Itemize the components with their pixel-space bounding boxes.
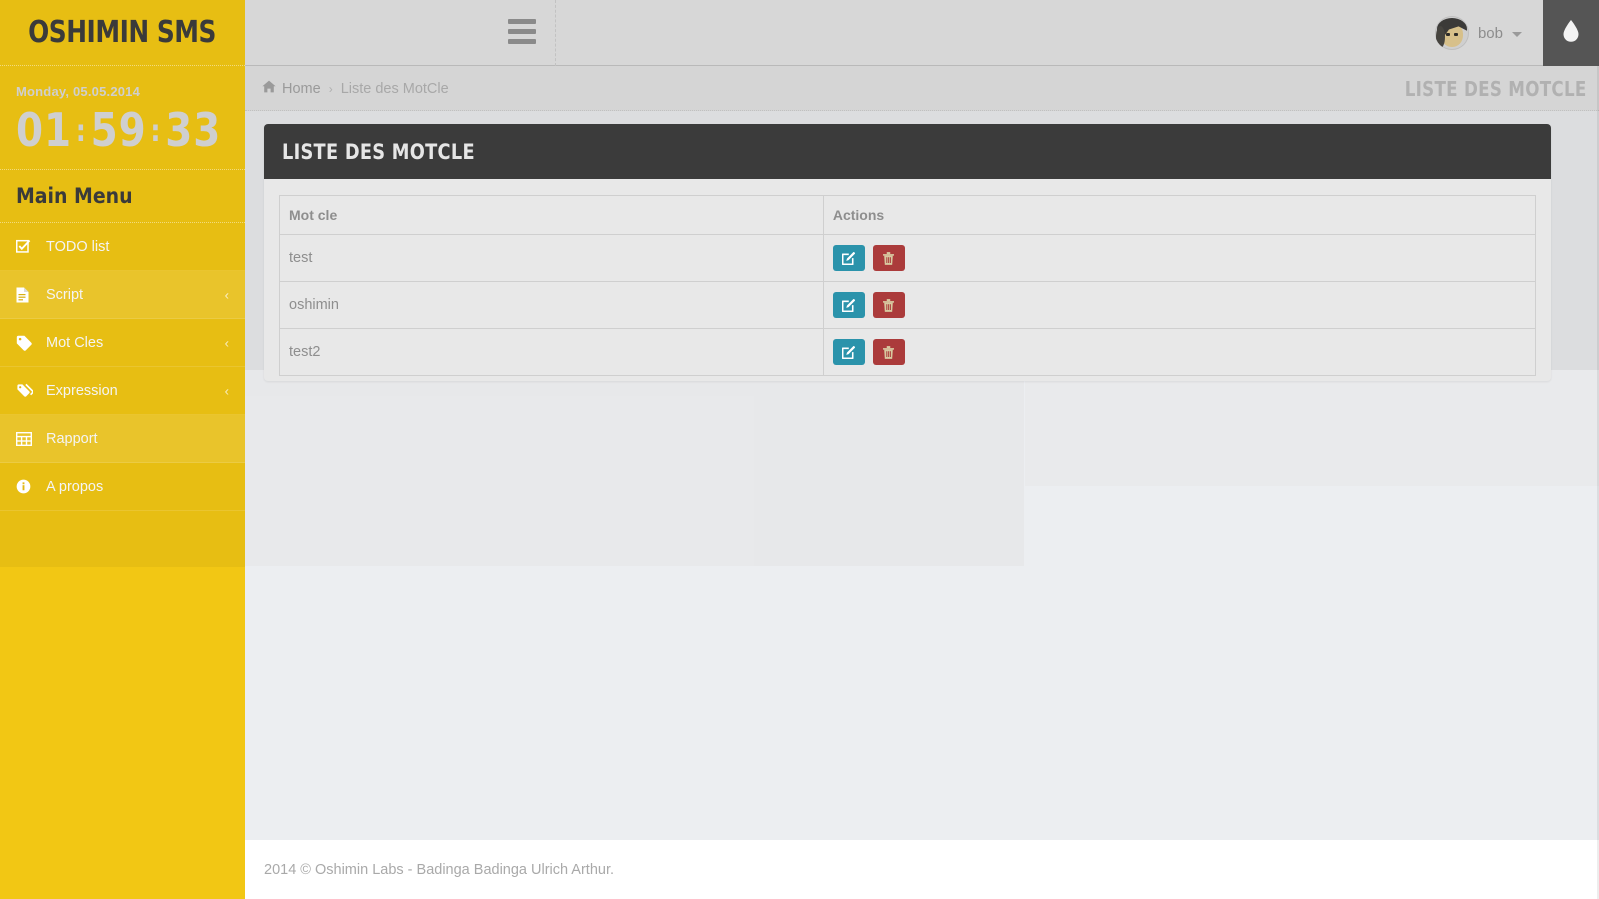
repaint-band: [245, 396, 754, 566]
file-text-icon: [16, 287, 38, 303]
tags-icon: [16, 383, 38, 399]
breadcrumb-bar: Home › Liste des MotCle LISTE DES MOTCLE: [245, 66, 1599, 111]
avatar: [1434, 16, 1469, 50]
sidebar-item-mot-cles[interactable]: Mot Cles ‹: [0, 319, 245, 367]
app-root: OSHIMIN SMS Monday, 05.05.2014 01:59:33 …: [0, 0, 1599, 899]
delete-button[interactable]: [872, 245, 905, 271]
brand-title: OSHIMIN SMS: [28, 15, 217, 50]
edit-button[interactable]: [832, 292, 865, 318]
table-header-row: Mot cle Actions: [279, 195, 1537, 235]
avatar-hair-side: [1435, 26, 1445, 48]
sidebar-item-a-propos[interactable]: A propos: [0, 463, 245, 511]
cell-actions: [822, 328, 1537, 376]
delete-button[interactable]: [872, 339, 905, 365]
edit-icon: [842, 298, 856, 312]
username-label: bob: [1477, 24, 1503, 42]
page-title: LISTE DES MOTCLE: [1405, 76, 1587, 101]
delete-button[interactable]: [872, 292, 905, 318]
cell-mot-cle: test: [279, 234, 824, 282]
main-menu-heading: Main Menu: [0, 170, 245, 223]
motcle-panel: LISTE DES MOTCLE Mot cle Actions test os…: [264, 124, 1551, 381]
sidebar-item-label: Expression: [46, 382, 118, 399]
sidebar-item-script[interactable]: Script ‹: [0, 271, 245, 319]
cell-mot-cle: test2: [279, 328, 824, 376]
sidebar-item-expression[interactable]: Expression ‹: [0, 367, 245, 415]
edit-button[interactable]: [832, 339, 865, 365]
clock-date: Monday, 05.05.2014: [16, 84, 141, 99]
chevron-left-icon: ‹: [224, 383, 229, 398]
theme-toggle-button[interactable]: [1543, 0, 1599, 66]
sidebar-item-label: TODO list: [46, 238, 110, 255]
panel-body: Mot cle Actions test oshimin test2: [264, 179, 1551, 398]
clock-minutes: 59: [90, 103, 147, 157]
sidebar-item-label: Rapport: [46, 430, 98, 447]
breadcrumb-home-label: Home: [282, 80, 321, 97]
hamburger-bar: [508, 19, 536, 24]
clock-hours: 01: [16, 103, 73, 157]
table-body: test oshimin test2: [279, 234, 1537, 376]
breadcrumb: Home › Liste des MotCle: [262, 66, 449, 111]
avatar-eye-left: [1445, 33, 1450, 36]
edit-icon: [842, 345, 856, 359]
brand-logo[interactable]: OSHIMIN SMS: [0, 0, 245, 66]
trash-icon: [883, 251, 895, 265]
chevron-left-icon: ‹: [224, 287, 229, 302]
page-footer: 2014 © Oshimin Labs - Badinga Badinga Ul…: [245, 840, 1599, 899]
breadcrumb-separator: ›: [328, 81, 333, 96]
cell-actions: [822, 234, 1537, 282]
chevron-down-icon: [1512, 31, 1522, 37]
sidebar-item-rapport[interactable]: Rapport: [0, 415, 245, 463]
column-header-actions: Actions: [822, 195, 1537, 235]
top-header: bob: [245, 0, 1599, 66]
header-divider: [555, 0, 556, 66]
table-row: oshimin: [279, 281, 1537, 329]
panel-header: LISTE DES MOTCLE: [264, 124, 1551, 179]
clock-sep-1: :: [75, 114, 87, 149]
breadcrumb-current: Liste des MotCle: [340, 80, 449, 97]
cell-mot-cle: oshimin: [279, 281, 824, 329]
tag-icon: [16, 335, 38, 351]
home-icon: [262, 80, 276, 97]
sidebar-item-label: A propos: [46, 478, 104, 495]
clock-time: 01:59:33: [16, 107, 231, 153]
table-row: test: [279, 234, 1537, 282]
edit-button[interactable]: [832, 245, 865, 271]
check-square-icon: [16, 239, 38, 254]
sidebar: OSHIMIN SMS Monday, 05.05.2014 01:59:33 …: [0, 0, 245, 899]
panel-title: LISTE DES MOTCLE: [282, 139, 475, 164]
info-circle-icon: [16, 479, 38, 494]
motcle-table: Mot cle Actions test oshimin test2: [279, 195, 1537, 376]
cell-actions: [822, 281, 1537, 329]
clock-sep-2: :: [150, 114, 162, 149]
chevron-left-icon: ‹: [224, 335, 229, 350]
hamburger-bar: [508, 39, 536, 44]
sidebar-item-todo-list[interactable]: TODO list: [0, 223, 245, 271]
trash-icon: [883, 345, 895, 359]
content-area: LISTE DES MOTCLE Mot cle Actions test os…: [245, 111, 1599, 899]
footer-text: 2014 © Oshimin Labs - Badinga Badinga Ul…: [264, 861, 615, 878]
clock-widget: Monday, 05.05.2014 01:59:33: [0, 66, 245, 170]
hamburger-icon[interactable]: [508, 19, 536, 49]
edit-icon: [842, 251, 856, 265]
hamburger-bar: [508, 29, 536, 34]
sidebar-nav: TODO list Script ‹ Mot Cles ‹ Expression…: [0, 223, 245, 511]
sidebar-item-label: Script: [46, 286, 84, 303]
breadcrumb-home-link[interactable]: Home: [262, 80, 321, 97]
table-icon: [16, 431, 38, 446]
table-head: Mot cle Actions: [279, 195, 1537, 235]
sidebar-item-label: Mot Cles: [46, 334, 104, 351]
clock-seconds: 33: [165, 103, 222, 157]
table-row: test2: [279, 328, 1537, 376]
avatar-eye-right: [1453, 33, 1458, 36]
tint-droplet-icon: [1561, 19, 1581, 48]
user-menu[interactable]: bob: [1434, 0, 1522, 66]
trash-icon: [883, 298, 895, 312]
column-header-mot-cle: Mot cle: [279, 195, 824, 235]
